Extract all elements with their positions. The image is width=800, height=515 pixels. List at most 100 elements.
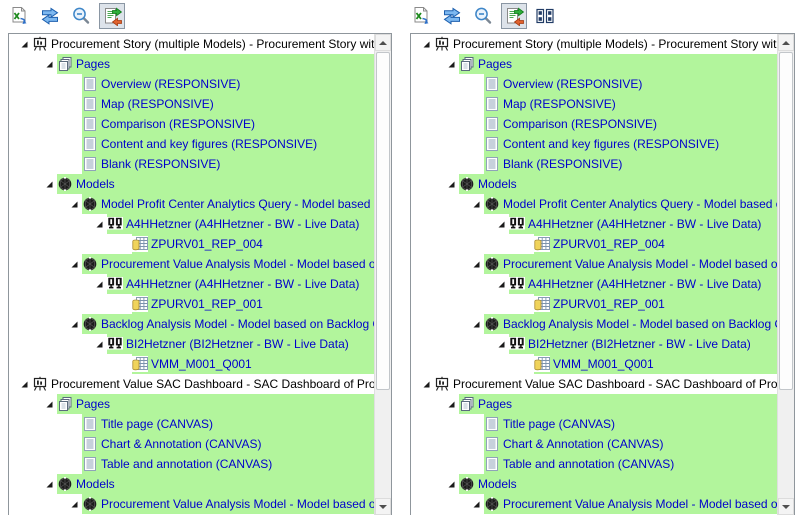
tree-row[interactable]: Procurement Value Analysis Model - Model… bbox=[411, 254, 777, 274]
tree-row[interactable]: ZPURV01_REP_004 bbox=[411, 234, 777, 254]
tree-row[interactable]: Chart & Annotation (CANVAS) bbox=[9, 434, 374, 454]
tree-row[interactable]: ZPURV01_REP_001 bbox=[411, 294, 777, 314]
expander-icon[interactable] bbox=[67, 194, 82, 214]
tree-row-highlight: ZPURV01_REP_004 bbox=[534, 234, 777, 254]
compare-documents-button[interactable] bbox=[99, 3, 125, 29]
page-icon bbox=[484, 136, 500, 152]
expander-icon[interactable] bbox=[469, 194, 484, 214]
tree-row[interactable]: Title page (CANVAS) bbox=[411, 414, 777, 434]
tree-row[interactable]: ZPURV01_REP_004 bbox=[9, 234, 374, 254]
expander-icon[interactable] bbox=[494, 334, 509, 354]
tree-row[interactable]: Backlog Analysis Model - Model based on … bbox=[411, 314, 777, 334]
tree-row[interactable]: Overview (RESPONSIVE) bbox=[9, 74, 374, 94]
tree-row[interactable]: Models bbox=[411, 174, 777, 194]
scroll-down-button[interactable] bbox=[375, 498, 391, 515]
scroll-down-button[interactable] bbox=[778, 498, 794, 515]
vertical-scrollbar[interactable] bbox=[374, 34, 391, 515]
tree-row[interactable]: Procurement Value SAC Dashboard - SAC Da… bbox=[9, 374, 374, 394]
zoom-out-button[interactable] bbox=[68, 3, 94, 29]
expander-icon[interactable] bbox=[67, 314, 82, 334]
tree-row[interactable]: Model Profit Center Analytics Query - Mo… bbox=[9, 194, 374, 214]
tree-row[interactable]: Procurement Story (multiple Models) - Pr… bbox=[411, 34, 777, 54]
scroll-up-button[interactable] bbox=[778, 34, 794, 51]
expander-icon[interactable] bbox=[67, 494, 82, 514]
expander-icon[interactable] bbox=[419, 34, 434, 54]
tree-row[interactable]: BI2Hetzner (BI2Hetzner - BW - Live Data) bbox=[9, 334, 374, 354]
expander-spacer bbox=[67, 94, 82, 114]
tree-row[interactable]: Models bbox=[9, 474, 374, 494]
side-by-side-layout-button[interactable] bbox=[532, 3, 558, 29]
tree-row[interactable]: Blank (RESPONSIVE) bbox=[411, 154, 777, 174]
expander-icon[interactable] bbox=[42, 394, 57, 414]
tree-row[interactable]: Backlog Analysis Model - Model based on … bbox=[9, 314, 374, 334]
tree-row[interactable]: Table and annotation (CANVAS) bbox=[9, 454, 374, 474]
scrollbar-thumb[interactable] bbox=[779, 52, 793, 390]
expander-icon[interactable] bbox=[42, 474, 57, 494]
tree-row[interactable]: Procurement Value Analysis Model - Model… bbox=[9, 254, 374, 274]
scroll-up-button[interactable] bbox=[375, 34, 391, 51]
page-icon bbox=[484, 156, 500, 172]
tree-row[interactable]: ZPURV01_REP_001 bbox=[9, 294, 374, 314]
tree-row[interactable]: Title page (CANVAS) bbox=[9, 414, 374, 434]
tree-row[interactable]: A4HHetzner (A4HHetzner - BW - Live Data) bbox=[411, 274, 777, 294]
expander-icon[interactable] bbox=[17, 374, 32, 394]
tree-row[interactable]: VMM_M001_Q001 bbox=[9, 354, 374, 374]
expander-icon[interactable] bbox=[67, 254, 82, 274]
tree-row[interactable]: Pages bbox=[411, 394, 777, 414]
tree-row[interactable]: Comparison (RESPONSIVE) bbox=[411, 114, 777, 134]
tree-row[interactable]: Chart & Annotation (CANVAS) bbox=[411, 434, 777, 454]
tree-row[interactable]: Procurement Value Analysis Model - Model… bbox=[9, 494, 374, 514]
expander-icon[interactable] bbox=[92, 214, 107, 234]
expander-icon[interactable] bbox=[17, 34, 32, 54]
tree-row[interactable]: Table and annotation (CANVAS) bbox=[411, 454, 777, 474]
vertical-scrollbar[interactable] bbox=[777, 34, 794, 515]
tree-row[interactable]: A4HHetzner (A4HHetzner - BW - Live Data) bbox=[9, 214, 374, 234]
expander-icon[interactable] bbox=[444, 394, 459, 414]
tree-row[interactable]: Comparison (RESPONSIVE) bbox=[9, 114, 374, 134]
tree-row[interactable]: Map (RESPONSIVE) bbox=[9, 94, 374, 114]
expander-icon[interactable] bbox=[444, 474, 459, 494]
expander-icon[interactable] bbox=[444, 54, 459, 74]
expander-icon[interactable] bbox=[469, 254, 484, 274]
compare-documents-button[interactable] bbox=[501, 3, 527, 29]
tree-row-label: Table and annotation (CANVAS) bbox=[101, 457, 272, 471]
tree-row[interactable]: Procurement Story (multiple Models) - Pr… bbox=[9, 34, 374, 54]
scrollbar-thumb[interactable] bbox=[376, 52, 390, 390]
expander-icon[interactable] bbox=[444, 174, 459, 194]
tree-row[interactable]: Pages bbox=[411, 54, 777, 74]
expander-icon[interactable] bbox=[42, 174, 57, 194]
expander-icon[interactable] bbox=[419, 374, 434, 394]
scroll-up-icon bbox=[379, 41, 387, 45]
tree-row[interactable]: Pages bbox=[9, 54, 374, 74]
tree-row[interactable]: Content and key figures (RESPONSIVE) bbox=[411, 134, 777, 154]
tree-row[interactable]: A4HHetzner (A4HHetzner - BW - Live Data) bbox=[411, 214, 777, 234]
expander-icon[interactable] bbox=[92, 334, 107, 354]
swap-arrows-button[interactable] bbox=[37, 3, 63, 29]
expander-icon[interactable] bbox=[469, 314, 484, 334]
tree-row[interactable]: Overview (RESPONSIVE) bbox=[411, 74, 777, 94]
expander-icon[interactable] bbox=[494, 214, 509, 234]
tree-row[interactable]: Procurement Value Analysis Model - Model… bbox=[411, 494, 777, 514]
expander-icon[interactable] bbox=[42, 54, 57, 74]
tree-row[interactable]: VMM_M001_Q001 bbox=[411, 354, 777, 374]
expander-spacer bbox=[67, 434, 82, 454]
tree-row[interactable]: Content and key figures (RESPONSIVE) bbox=[9, 134, 374, 154]
swap-arrows-button[interactable] bbox=[439, 3, 465, 29]
tree-row[interactable]: Models bbox=[411, 474, 777, 494]
tree-row[interactable]: Procurement Value SAC Dashboard - SAC Da… bbox=[411, 374, 777, 394]
export-excel-button[interactable] bbox=[6, 3, 32, 29]
tree-row[interactable]: Blank (RESPONSIVE) bbox=[9, 154, 374, 174]
tree-row[interactable]: Pages bbox=[9, 394, 374, 414]
query-icon bbox=[534, 296, 550, 312]
tree-row[interactable]: Map (RESPONSIVE) bbox=[411, 94, 777, 114]
tree-row[interactable]: Model Profit Center Analytics Query - Mo… bbox=[411, 194, 777, 214]
zoom-out-button[interactable] bbox=[470, 3, 496, 29]
tree-row[interactable]: Models bbox=[9, 174, 374, 194]
expander-icon[interactable] bbox=[92, 274, 107, 294]
tree-row[interactable]: BI2Hetzner (BI2Hetzner - BW - Live Data) bbox=[411, 334, 777, 354]
expander-spacer bbox=[67, 454, 82, 474]
export-excel-button[interactable] bbox=[408, 3, 434, 29]
expander-icon[interactable] bbox=[494, 274, 509, 294]
tree-row[interactable]: A4HHetzner (A4HHetzner - BW - Live Data) bbox=[9, 274, 374, 294]
expander-icon[interactable] bbox=[469, 494, 484, 514]
